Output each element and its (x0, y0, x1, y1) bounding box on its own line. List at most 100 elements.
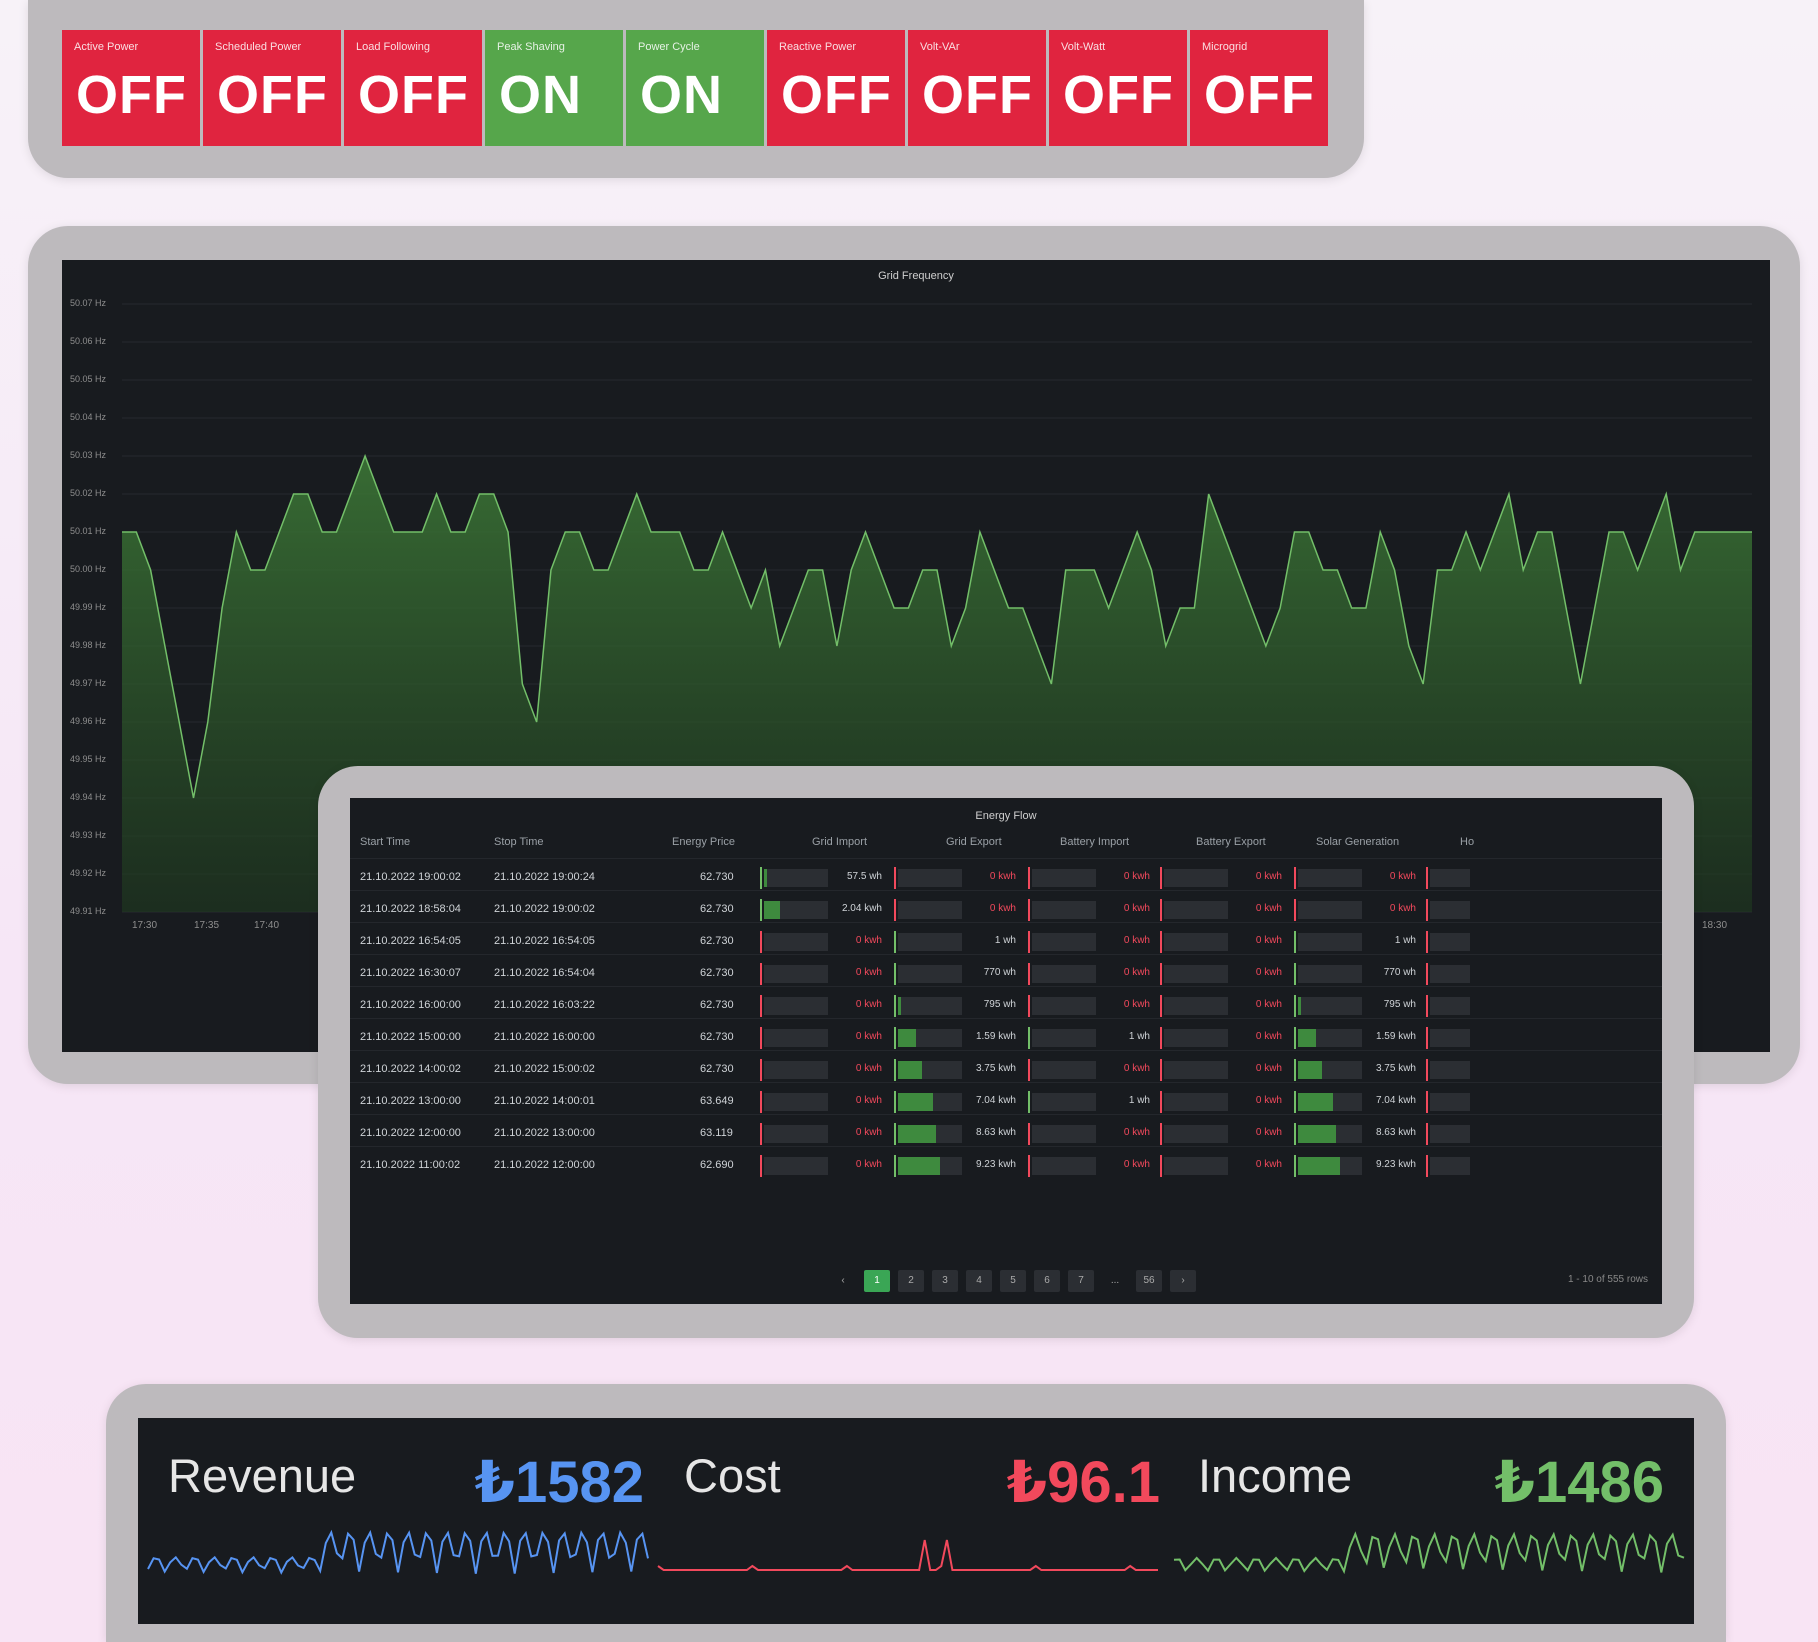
column-header[interactable]: Battery Export (1196, 836, 1266, 848)
status-tile[interactable]: Load Following OFF (344, 30, 482, 146)
gauge-edge (760, 1123, 762, 1145)
column-header[interactable]: Energy Price (672, 836, 735, 848)
page-button[interactable]: 2 (898, 1270, 924, 1292)
status-tile-value: OFF (781, 65, 892, 125)
status-tile[interactable]: Reactive Power OFF (767, 30, 905, 146)
status-tile[interactable]: Scheduled Power OFF (203, 30, 341, 146)
gauge-edge (894, 963, 896, 985)
status-tile[interactable]: Volt-Watt OFF (1049, 30, 1187, 146)
gauge-track (1430, 933, 1470, 951)
column-header[interactable]: Ho (1460, 836, 1474, 848)
page-button[interactable]: ... (1102, 1270, 1128, 1292)
gauge-track (1430, 965, 1470, 983)
gauge-value: 2.04 kwh (841, 903, 882, 914)
gauge-value: 9.23 kwh (975, 1159, 1016, 1170)
table-row[interactable]: 21.10.2022 11:00:02 21.10.2022 12:00:00 62… (350, 1146, 1662, 1184)
gauge-track (764, 933, 828, 951)
gauge-value: 0 kwh (1255, 871, 1282, 882)
table-title: Energy Flow (975, 810, 1037, 822)
gauge-edge (1028, 963, 1030, 985)
status-tile[interactable]: Peak Shaving ON (485, 30, 623, 146)
revenue-value: ₺1582 (474, 1450, 644, 1515)
gauge-edge (894, 899, 896, 921)
page-button[interactable]: 56 (1136, 1270, 1162, 1292)
gauge-edge (1160, 963, 1162, 985)
gauge-track (898, 965, 962, 983)
gauge-edge (1294, 899, 1296, 921)
gauge-track (1430, 901, 1470, 919)
gauge-edge (760, 1155, 762, 1177)
gauge-edge (1294, 1123, 1296, 1145)
status-tile[interactable]: Microgrid OFF (1190, 30, 1328, 146)
gauge-edge (760, 1059, 762, 1081)
page-button[interactable]: 4 (966, 1270, 992, 1292)
page-button[interactable]: 5 (1000, 1270, 1026, 1292)
gauge-value: 1 wh (1128, 1095, 1150, 1106)
column-header[interactable]: Stop Time (494, 836, 544, 848)
start-time-cell: 21.10.2022 15:00:00 (360, 1031, 461, 1043)
gauge-value: 0 kwh (1255, 935, 1282, 946)
gauge-edge (1426, 931, 1428, 953)
start-time-cell: 21.10.2022 19:00:02 (360, 871, 461, 883)
gauge-value: 0 kwh (855, 1095, 882, 1106)
gauge-value: 0 kwh (1255, 1031, 1282, 1042)
gauge-track (764, 1157, 828, 1175)
stop-time-cell: 21.10.2022 16:54:05 (494, 935, 595, 947)
gauge-value: 0 kwh (1123, 1159, 1150, 1170)
status-tile[interactable]: Active Power OFF (62, 30, 200, 146)
stop-time-cell: 21.10.2022 19:00:24 (494, 871, 595, 883)
gauge-value: 0 kwh (1123, 1127, 1150, 1138)
start-time-cell: 21.10.2022 16:54:05 (360, 935, 461, 947)
pagination-next-icon[interactable]: › (1170, 1270, 1196, 1292)
income-value: ₺1486 (1494, 1450, 1664, 1515)
gauge-edge (760, 1027, 762, 1049)
gauge-track (764, 869, 828, 887)
y-tick-label: 49.93 Hz (70, 830, 107, 840)
gauge-track (898, 869, 962, 887)
status-tile-value: OFF (217, 65, 328, 125)
gauge-track (1032, 1061, 1096, 1079)
gauge-fill (1298, 1093, 1333, 1111)
pagination: ‹ 1 2 3 4 5 6 7... 56 › (830, 1270, 1196, 1292)
status-tile[interactable]: Power Cycle ON (626, 30, 764, 146)
gauge-track (1164, 901, 1228, 919)
page-button[interactable]: 1 (864, 1270, 890, 1292)
gauge-track (1164, 1125, 1228, 1143)
column-header[interactable]: Battery Import (1060, 836, 1129, 848)
gauge-track (898, 901, 962, 919)
page-button[interactable]: 7 (1068, 1270, 1094, 1292)
gauge-value: 7.04 kwh (975, 1095, 1016, 1106)
gauge-value: 0 kwh (1123, 967, 1150, 978)
y-tick-label: 49.91 Hz (70, 906, 107, 916)
gauge-edge (894, 1123, 896, 1145)
page-button[interactable]: 6 (1034, 1270, 1060, 1292)
gauge-value: 0 kwh (855, 1031, 882, 1042)
column-header[interactable]: Grid Import (812, 836, 867, 848)
y-tick-label: 50.03 Hz (70, 450, 107, 460)
gauge-edge (1028, 995, 1030, 1017)
column-header[interactable]: Solar Generation (1316, 836, 1399, 848)
gauge-edge (894, 931, 896, 953)
status-tile[interactable]: Volt-VAr OFF (908, 30, 1046, 146)
gauge-edge (1426, 1027, 1428, 1049)
gauge-track (1298, 997, 1362, 1015)
gauge-value: 0 kwh (855, 967, 882, 978)
finance-stats-panel[interactable]: Revenue ₺1582 Cost ₺96.1 Income ₺1486 (138, 1418, 1694, 1624)
gauge-value: 9.23 kwh (1375, 1159, 1416, 1170)
gauge-edge (1426, 1123, 1428, 1145)
pagination-prev-icon[interactable]: ‹ (830, 1270, 856, 1292)
energy-flow-table: Energy Flow Start Time Stop Time Energy Pr… (350, 798, 1662, 1304)
gauge-edge (894, 1091, 896, 1113)
gauge-edge (760, 995, 762, 1017)
gauge-track (1164, 1061, 1228, 1079)
y-tick-label: 50.02 Hz (70, 488, 107, 498)
status-tile-value: OFF (1204, 65, 1315, 125)
gauge-value: 0 kwh (1123, 1063, 1150, 1074)
column-header[interactable]: Start Time (360, 836, 410, 848)
gauge-value: 795 wh (983, 999, 1016, 1010)
column-header[interactable]: Grid Export (946, 836, 1002, 848)
gauge-value: 1 wh (1128, 1031, 1150, 1042)
gauge-track (764, 1125, 828, 1143)
page-button[interactable]: 3 (932, 1270, 958, 1292)
gauge-edge (1294, 1091, 1296, 1113)
